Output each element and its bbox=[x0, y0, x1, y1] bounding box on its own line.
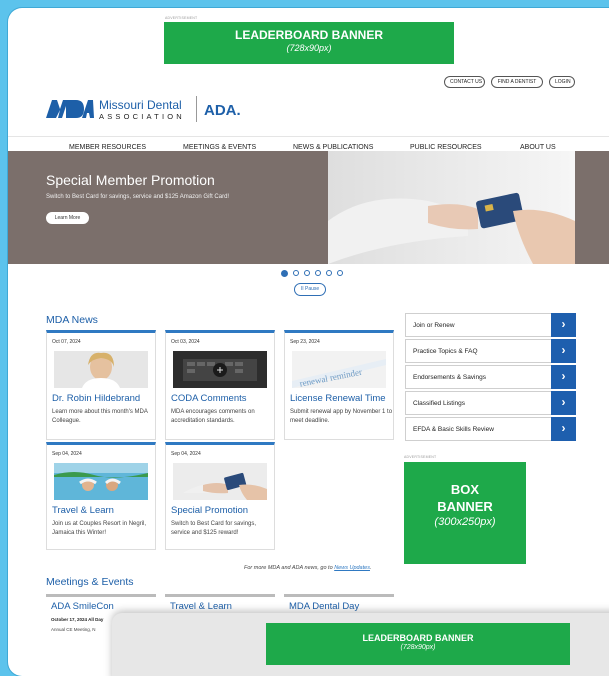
event-title[interactable]: Travel & Learn bbox=[170, 601, 232, 612]
sticky-ad-overlay: LEADERBOARD BANNER (728x90px) bbox=[112, 613, 609, 676]
sidebar-item-label: Classified Listings bbox=[413, 400, 466, 407]
sidebar-item-efda[interactable]: EFDA & Basic Skills Review › bbox=[405, 417, 576, 441]
banner-size: (728x90px) bbox=[400, 644, 436, 651]
sidebar-item-label: EFDA & Basic Skills Review bbox=[413, 426, 494, 433]
ad-label: ADVERTISEMENT bbox=[404, 455, 437, 459]
events-section-title: Meetings & Events bbox=[46, 576, 134, 588]
box-banner-ad[interactable]: BOX BANNER (300x250px) bbox=[404, 462, 526, 564]
news-card[interactable]: Sep 23, 2024 renewal reminder License Re… bbox=[284, 330, 394, 440]
carousel-dots bbox=[281, 269, 343, 277]
news-card[interactable]: Oct 07, 2024 Dr. Robin Hildebrand Learn … bbox=[46, 330, 156, 440]
login-button[interactable]: LOGIN bbox=[549, 76, 575, 88]
news-desc: Submit renewal app by November 1 to meet… bbox=[290, 409, 393, 424]
news-card[interactable]: Sep 04, 2024 Special Promotion Switch to… bbox=[165, 442, 275, 550]
chevron-right-icon: › bbox=[551, 391, 576, 415]
nav-about-us[interactable]: ABOUT US bbox=[520, 144, 556, 151]
sidebar-item-join-renew[interactable]: Join or Renew › bbox=[405, 313, 576, 337]
news-title[interactable]: License Renewal Time bbox=[290, 393, 386, 404]
credit-card-handoff-image bbox=[328, 151, 575, 264]
news-date: Sep 04, 2024 bbox=[171, 451, 201, 457]
news-desc: Learn more about this month's MDA Collea… bbox=[52, 409, 148, 424]
event-title[interactable]: ADA SmileCon bbox=[51, 601, 114, 612]
box-banner-line1: BOX bbox=[450, 482, 480, 497]
find-a-dentist-button[interactable]: FIND A DENTIST bbox=[491, 76, 543, 88]
event-title[interactable]: MDA Dental Day bbox=[289, 601, 359, 612]
event-date: October 17, 2024 All Day bbox=[51, 617, 104, 622]
ada-logo[interactable]: ADA. bbox=[204, 102, 241, 119]
banner-title: LEADERBOARD BANNER bbox=[234, 28, 383, 42]
nav-public-resources[interactable]: PUBLIC RESOURCES bbox=[410, 144, 482, 151]
carousel-dot[interactable] bbox=[337, 270, 343, 276]
carousel-dot[interactable] bbox=[281, 269, 288, 277]
news-card[interactable]: Sep 04, 2024 Travel & Learn Join us at C… bbox=[46, 442, 156, 550]
news-updates-link[interactable]: News Updates bbox=[334, 565, 370, 571]
sidebar-item-label: Practice Topics & FAQ bbox=[413, 348, 478, 355]
sidebar-item-classifieds[interactable]: Classified Listings › bbox=[405, 391, 576, 415]
hero-title: Special Member Promotion bbox=[46, 172, 215, 188]
nav-news-publications[interactable]: NEWS & PUBLICATIONS bbox=[293, 144, 373, 151]
news-title[interactable]: CODA Comments bbox=[171, 393, 247, 404]
news-desc: Switch to Best Card for savings, service… bbox=[171, 521, 257, 536]
ad-label: ADVERTISEMENT bbox=[165, 16, 198, 20]
carousel-dot[interactable] bbox=[326, 270, 332, 276]
more-news-prefix: For more MDA and ADA news, go to bbox=[244, 565, 335, 571]
banner-size: (728x90px) bbox=[286, 43, 332, 53]
news-date: Sep 23, 2024 bbox=[290, 339, 320, 345]
contact-us-button[interactable]: CONTACT US bbox=[444, 76, 485, 88]
chevron-right-icon: › bbox=[551, 417, 576, 441]
news-date: Oct 07, 2024 bbox=[52, 339, 81, 345]
news-section-title: MDA News bbox=[46, 314, 98, 326]
news-date: Sep 04, 2024 bbox=[52, 451, 82, 457]
news-title[interactable]: Travel & Learn bbox=[52, 505, 114, 516]
logo-name-line1: Missouri Dental bbox=[99, 98, 182, 112]
leaderboard-banner-bottom[interactable]: LEADERBOARD BANNER (728x90px) bbox=[266, 623, 570, 665]
hero-subtitle: Switch to Best Card for savings, service… bbox=[46, 194, 230, 200]
box-banner-line2: BANNER bbox=[437, 499, 493, 514]
carousel-dot[interactable] bbox=[315, 270, 321, 276]
logo-divider bbox=[196, 96, 197, 122]
event-desc: Annual CE Meeting, N bbox=[51, 627, 96, 632]
laptop-keyboard-image bbox=[173, 351, 267, 388]
box-banner-size: (300x250px) bbox=[434, 516, 496, 528]
news-date: Oct 03, 2024 bbox=[171, 339, 200, 345]
more-news-text: For more MDA and ADA news, go to News Up… bbox=[244, 565, 372, 571]
sidebar-item-endorsements[interactable]: Endorsements & Savings › bbox=[405, 365, 576, 389]
banner-title: LEADERBOARD BANNER bbox=[362, 633, 474, 643]
renewal-reminder-image: renewal reminder bbox=[292, 351, 386, 388]
browser-frame: ADVERTISEMENT LEADERBOARD BANNER (728x90… bbox=[8, 8, 609, 676]
logo-name-line2: ASSOCIATION bbox=[99, 112, 185, 121]
carousel-dot[interactable] bbox=[304, 270, 310, 276]
learn-more-button[interactable]: Learn More bbox=[46, 212, 89, 224]
sidebar-item-label: Endorsements & Savings bbox=[413, 374, 486, 381]
credit-card-image bbox=[173, 463, 267, 500]
chevron-right-icon: › bbox=[551, 313, 576, 337]
chevron-right-icon: › bbox=[551, 339, 576, 363]
news-desc: MDA encourages comments on accreditation… bbox=[171, 409, 255, 424]
mda-mark-icon bbox=[46, 100, 94, 118]
leaderboard-banner-top[interactable]: LEADERBOARD BANNER (728x90px) bbox=[164, 22, 454, 64]
dentist-portrait-image bbox=[54, 351, 148, 388]
carousel-pause-button[interactable]: II Pause bbox=[294, 283, 326, 296]
resort-pool-image bbox=[54, 463, 148, 500]
news-card[interactable]: Oct 03, 2024 CODA Comments MDA encourage… bbox=[165, 330, 275, 440]
sidebar-item-practice-topics[interactable]: Practice Topics & FAQ › bbox=[405, 339, 576, 363]
news-title[interactable]: Special Promotion bbox=[171, 505, 248, 516]
nav-meetings-events[interactable]: MEETINGS & EVENTS bbox=[183, 144, 256, 151]
nav-member-resources[interactable]: MEMBER RESOURCES bbox=[69, 144, 146, 151]
news-title[interactable]: Dr. Robin Hildebrand bbox=[52, 393, 140, 404]
sidebar-item-label: Join or Renew bbox=[413, 322, 455, 329]
carousel-dot[interactable] bbox=[293, 270, 299, 276]
more-news-suffix: . bbox=[369, 565, 372, 571]
news-desc: Join us at Couples Resort in Negril, Jam… bbox=[52, 521, 147, 536]
chevron-right-icon: › bbox=[551, 365, 576, 389]
